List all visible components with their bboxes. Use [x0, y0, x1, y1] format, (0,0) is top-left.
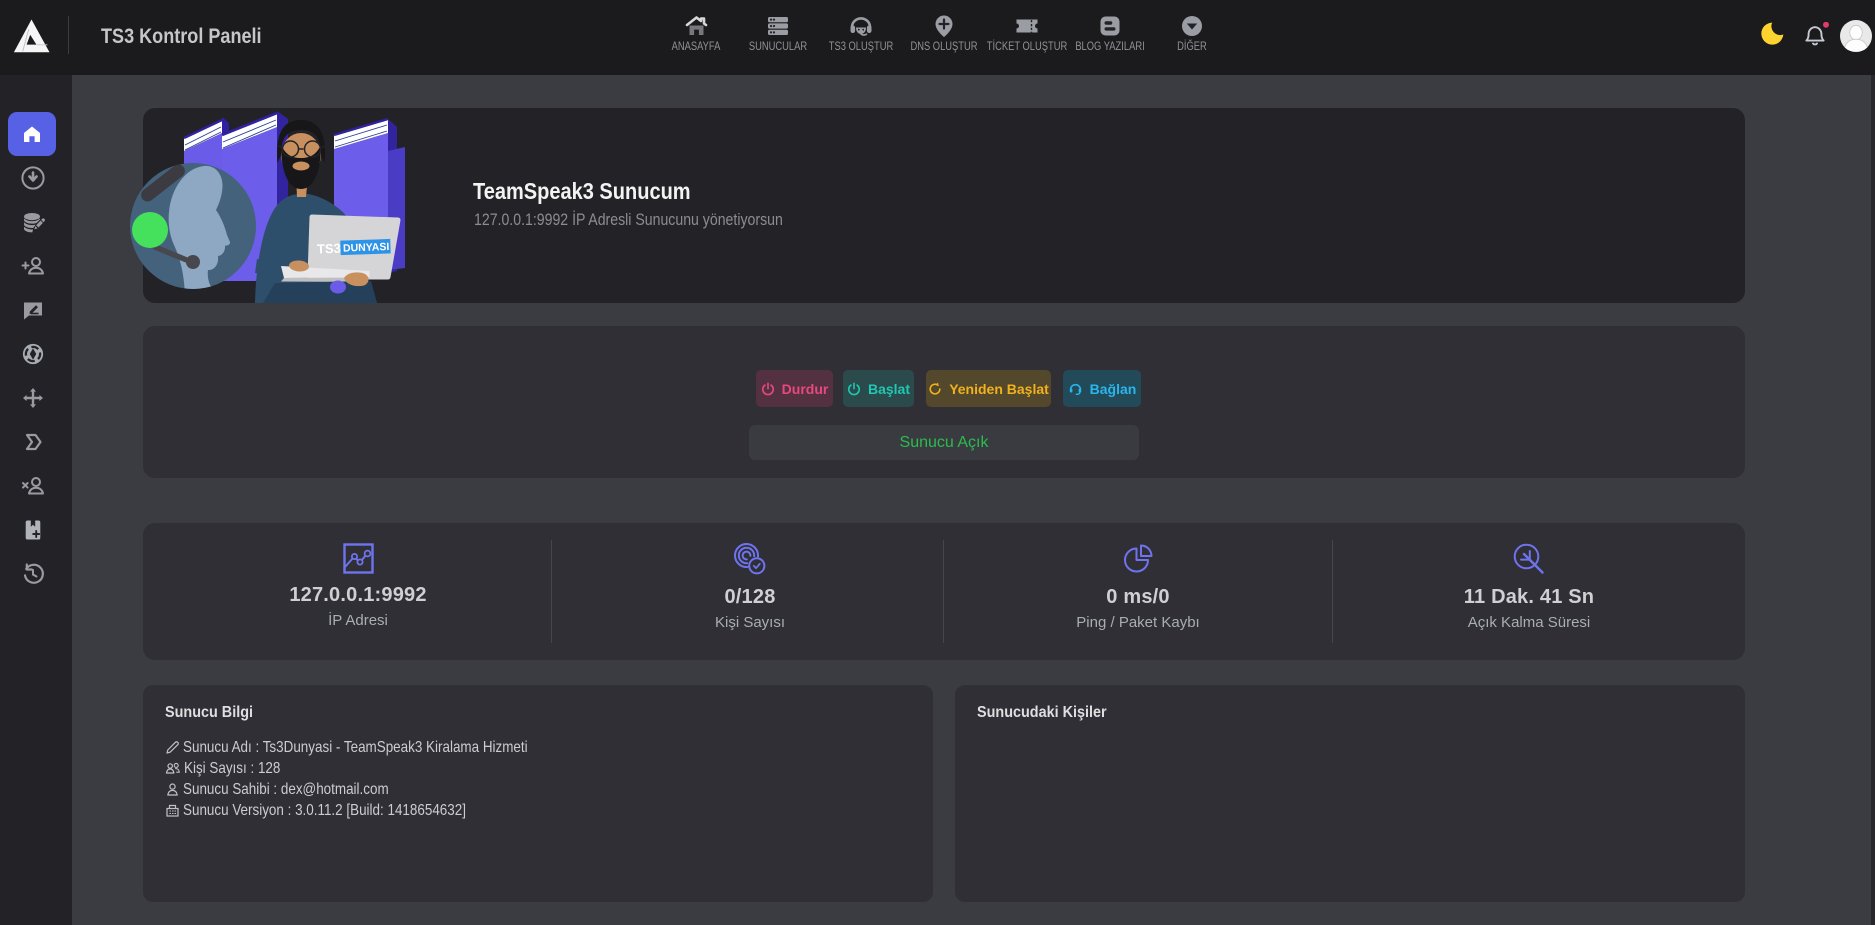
svg-text:DUNYASI: DUNYASI [343, 241, 390, 255]
svg-text:TS3: TS3 [317, 241, 341, 257]
